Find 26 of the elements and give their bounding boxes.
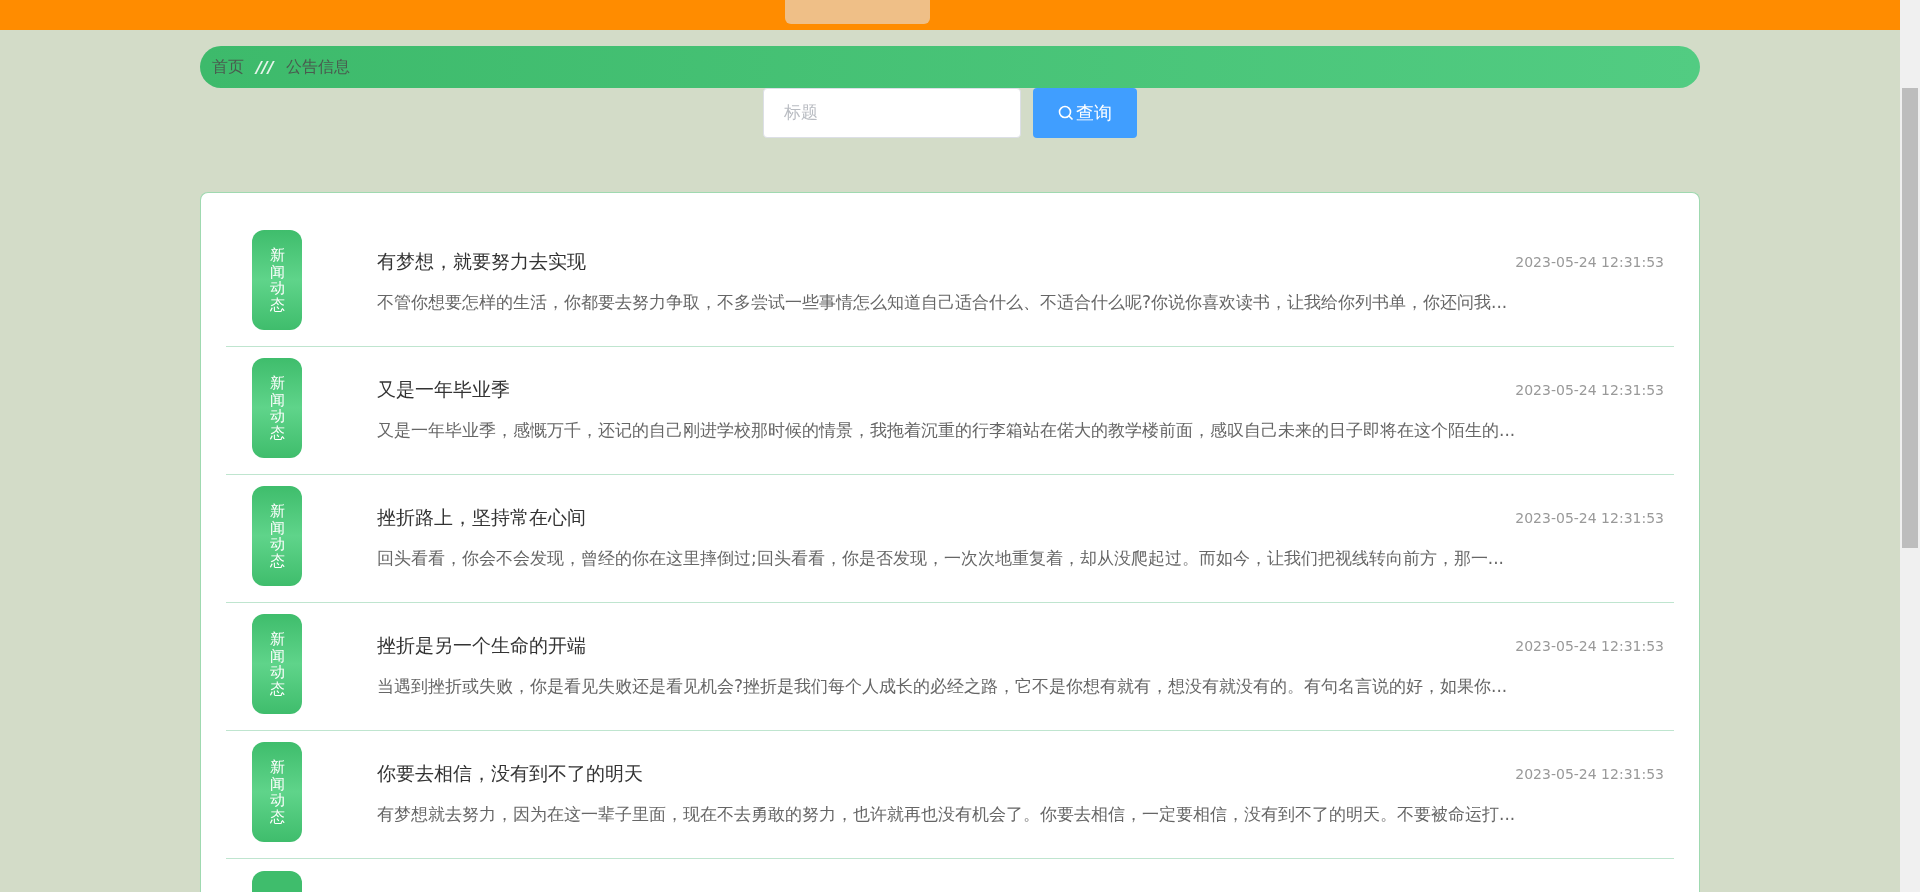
notice-time: 2023-05-24 12:31:53 — [1515, 510, 1664, 526]
notice-title[interactable]: 挫折是另一个生命的开端 — [377, 633, 586, 659]
notice-summary: 回头看看，你会不会发现，曾经的你在这里摔倒过;回头看看，你是否发现，一次次地重复着，却从没爬起过。而如今，让我们把视线转向前方，那一... — [377, 547, 1505, 570]
category-badge: 新闻动态 — [252, 230, 302, 330]
notice-summary: 又是一年毕业季，感慨万千，还记的自己刚进学校那时候的情景，我拖着沉重的行李箱站在偌大的教学楼前面，感叹自己未来的日子即将在这个陌生的... — [377, 419, 1517, 442]
category-badge: 新闻动态 — [252, 486, 302, 586]
category-badge: 新闻动态 — [252, 614, 302, 714]
notice-summary: 当遇到挫折或失败，你是看见失败还是看见机会?挫折是我们每个人成长的必经之路，它不是你想有就有，想没有就没有的。有句名言说的好，如果你... — [377, 675, 1509, 698]
notice-time: 2023-05-24 12:31:53 — [1515, 254, 1664, 270]
title-search-field[interactable]: 标题 — [763, 88, 1021, 138]
notice-time: 2023-05-24 12:31:53 — [1515, 766, 1664, 782]
notice-title[interactable]: 挫折路上，坚持常在心间 — [377, 505, 586, 531]
breadcrumb-separator: /// — [256, 57, 274, 77]
notice-time: 2023-05-24 12:31:53 — [1515, 638, 1664, 654]
notice-title[interactable]: 有梦想，就要努力去实现 — [377, 249, 586, 275]
notice-title[interactable]: 你要去相信，没有到不了的明天 — [377, 761, 643, 787]
scrollbar[interactable] — [1900, 0, 1920, 892]
notice-summary: 有梦想就去努力，因为在这一辈子里面，现在不去勇敢的努力，也许就再也没有机会了。你要去相信，一定要相信，没有到不了的明天。不要被命运打... — [377, 803, 1517, 826]
search-icon — [1058, 105, 1074, 121]
category-badge: 新闻动态 — [252, 358, 302, 458]
active-tab-highlight[interactable] — [785, 0, 930, 24]
notice-title[interactable]: 又是一年毕业季 — [377, 377, 510, 403]
category-badge: 新闻动态 — [252, 742, 302, 842]
scrollbar-thumb[interactable] — [1902, 88, 1918, 548]
notice-time: 2023-05-24 12:31:53 — [1515, 382, 1664, 398]
notice-summary: 不管你想要怎样的生活，你都要去努力争取，不多尝试一些事情怎么知道自己适合什么、不适合什么呢?你说你喜欢读书，让我给你列书单，你还问我... — [377, 291, 1509, 314]
